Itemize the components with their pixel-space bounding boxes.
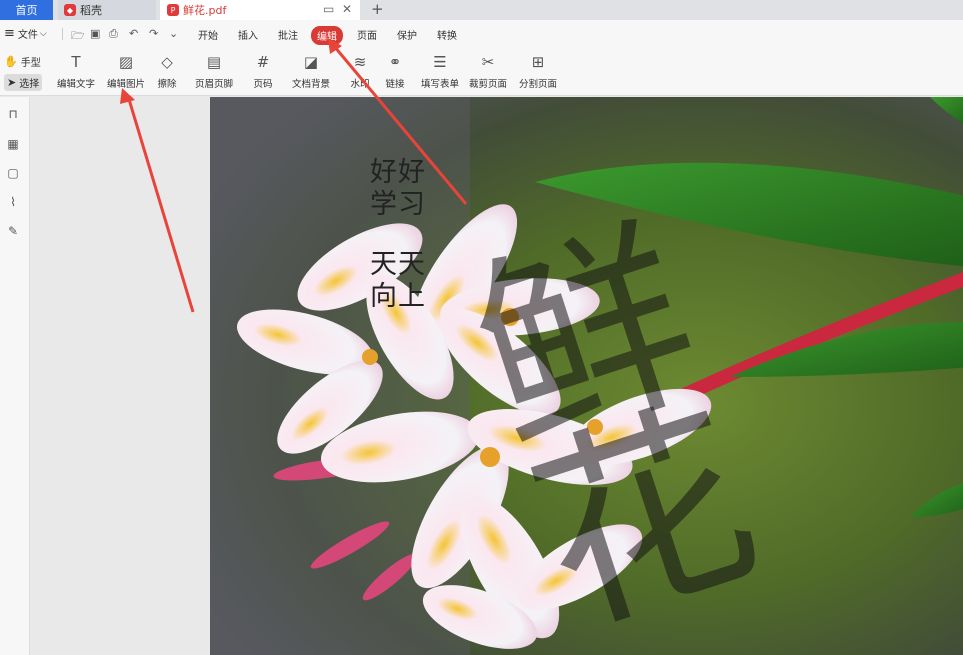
edit-toolbar: ✋ 手型 ➤ 选择 T 编辑文字 ▨ 编辑图片 ◇ 擦除 ▤ 页眉页脚 # 页码… [0, 48, 963, 96]
save-icon[interactable]: ▣ [90, 27, 100, 40]
watermark-label: 水印 [350, 79, 370, 90]
hand-tool-label: 手型 [20, 58, 41, 69]
eraser-icon: ◇ [161, 53, 173, 71]
link-tool[interactable]: ⚭ 链接 [385, 52, 405, 90]
header-footer-tool[interactable]: ▤ 页眉页脚 [195, 52, 233, 90]
customize-icon[interactable]: ⌄ [169, 27, 178, 40]
select-tool[interactable]: ➤ 选择 [4, 74, 43, 91]
menu-start[interactable]: 开始 [198, 27, 218, 42]
hand-tool[interactable]: ✋ 手型 [4, 54, 41, 69]
image-icon: ▨ [118, 53, 134, 71]
left-sidebar: ⊓ ▦ ▢ ⌇ ✎ [0, 97, 30, 655]
split-page-label: 分割页面 [519, 79, 558, 90]
menu-bar: ≡ 文件 ⌵ 🗁 ▣ ⎙ ↶ ↷ ⌄ 开始 插入 批注 编辑 页面 保护 转换 [0, 20, 963, 48]
edit-image-label: 编辑图片 [107, 79, 146, 90]
tab-home-label: 首页 [15, 4, 38, 17]
chevron-down-icon: ⌵ [39, 28, 47, 39]
header-footer-label: 页眉页脚 [195, 79, 234, 90]
tab-display-icon[interactable]: ▭ [323, 2, 334, 16]
page-number-icon: # [256, 53, 270, 71]
pdf-page[interactable]: 好好学习 天天向上 鲜花 [210, 97, 963, 655]
split-page-tool[interactable]: ⊞ 分割页面 [519, 52, 557, 90]
divider [62, 28, 63, 40]
open-folder-icon[interactable]: 🗁 [71, 27, 85, 46]
comment-icon[interactable]: ▢ [6, 166, 20, 180]
redo-icon[interactable]: ↷ [149, 27, 158, 40]
doc-background-tool[interactable]: ◪ 文档背景 [292, 52, 330, 90]
pdf-file-icon: P [167, 4, 179, 16]
fill-form-label: 填写表单 [421, 79, 460, 90]
add-tab-icon[interactable]: + [371, 0, 384, 18]
menu-annotate[interactable]: 批注 [278, 27, 298, 42]
cursor-icon: ➤ [7, 76, 17, 89]
page-text-haohaoxuexi[interactable]: 好好学习 [370, 157, 436, 221]
edit-text-label: 编辑文字 [57, 79, 96, 90]
file-menu[interactable]: ≡ 文件 ⌵ [4, 26, 47, 41]
hamburger-icon: ≡ [4, 26, 15, 41]
erase-tool[interactable]: ◇ 擦除 [157, 52, 177, 90]
select-tool-label: 选择 [19, 79, 40, 90]
tab-daoke-label: 稻壳 [80, 4, 102, 17]
page-text-tiantianxiangshang[interactable]: 天天向上 [370, 249, 436, 313]
doc-background-label: 文档背景 [292, 79, 331, 90]
bookmark-icon[interactable]: ⊓ [6, 107, 20, 121]
erase-label: 擦除 [157, 79, 177, 90]
edit-text-tool[interactable]: T 编辑文字 [57, 52, 95, 90]
file-menu-label: 文件 [17, 30, 38, 41]
page-number-label: 页码 [253, 79, 273, 90]
thumbnail-icon[interactable]: ▦ [6, 137, 20, 151]
fill-form-tool[interactable]: ☰ 填写表单 [421, 52, 459, 90]
page-number-tool[interactable]: # 页码 [253, 52, 273, 90]
edit-text-icon: T [71, 53, 81, 71]
edit-image-tool[interactable]: ▨ 编辑图片 [107, 52, 145, 90]
tab-home[interactable]: 首页 [0, 0, 53, 20]
link-icon: ⚭ [388, 53, 402, 71]
watermark-tool[interactable]: ≋ 水印 [350, 52, 370, 90]
crop-page-label: 裁剪页面 [469, 79, 508, 90]
hand-icon: ✋ [4, 55, 18, 68]
menu-convert[interactable]: 转换 [437, 27, 457, 42]
form-icon: ☰ [433, 53, 447, 71]
print-icon[interactable]: ⎙ [109, 27, 118, 41]
watermark-icon: ≋ [353, 53, 367, 71]
document-canvas: 好好学习 天天向上 鲜花 [31, 97, 963, 655]
attachment-icon[interactable]: ⌇ [6, 195, 20, 209]
menu-insert[interactable]: 插入 [238, 27, 258, 42]
header-footer-icon: ▤ [206, 53, 222, 71]
tab-daoke[interactable]: ◆ 稻壳 [58, 0, 156, 20]
crop-page-tool[interactable]: ✂ 裁剪页面 [469, 52, 507, 90]
menu-protect[interactable]: 保护 [397, 27, 417, 42]
undo-icon[interactable]: ↶ [129, 27, 138, 40]
tab-bar: 首页 ◆ 稻壳 P 鲜花.pdf ▭ ✕ + [0, 0, 963, 20]
background-icon: ◪ [303, 53, 319, 71]
menu-edit[interactable]: 编辑 [311, 26, 343, 45]
link-label: 链接 [385, 79, 405, 90]
signature-icon[interactable]: ✎ [6, 224, 20, 238]
split-icon: ⊞ [531, 53, 545, 71]
tab-pdf-label: 鲜花.pdf [183, 4, 227, 17]
daoke-logo-icon: ◆ [64, 4, 76, 16]
menu-page[interactable]: 页面 [357, 27, 377, 42]
close-icon[interactable]: ✕ [342, 2, 352, 16]
crop-icon: ✂ [481, 53, 495, 71]
